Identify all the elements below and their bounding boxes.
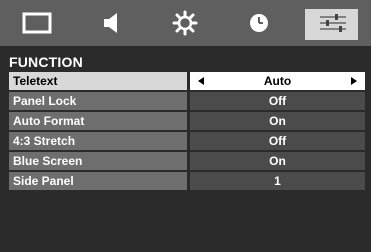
speaker-icon	[104, 13, 117, 33]
menu-tab-bar	[0, 0, 371, 46]
menu-row-value[interactable]: Off	[190, 92, 365, 110]
gear-icon	[172, 10, 198, 36]
menu-row-teletext[interactable]: Teletext Auto	[9, 72, 365, 90]
menu-title: FUNCTION	[9, 54, 83, 70]
menu-row-auto-format[interactable]: Auto Format On	[9, 112, 365, 130]
clock-icon	[250, 14, 268, 32]
menu-row-label: Teletext	[9, 72, 187, 90]
menu-row-value[interactable]: On	[190, 112, 365, 130]
tab-timer[interactable]	[222, 0, 296, 46]
sliders-icon	[320, 14, 346, 32]
menu-row-side-panel[interactable]: Side Panel 1	[9, 172, 365, 190]
menu-row-value[interactable]: On	[190, 152, 365, 170]
menu-row-label: 4:3 Stretch	[9, 132, 187, 150]
menu-row-value[interactable]: 1	[190, 172, 365, 190]
menu-row-43-stretch[interactable]: 4:3 Stretch Off	[9, 132, 365, 150]
tv-osd-menu: FUNCTION Teletext Auto Panel Lock Off Au…	[0, 0, 371, 252]
tab-sound[interactable]	[74, 0, 148, 46]
menu-row-label: Blue Screen	[9, 152, 187, 170]
arrow-right-icon[interactable]	[351, 77, 357, 85]
menu-row-value[interactable]: Auto	[190, 72, 365, 90]
value-text: Auto	[263, 74, 292, 88]
arrow-left-icon[interactable]	[198, 77, 204, 85]
menu-row-label: Auto Format	[9, 112, 187, 130]
menu-items: Teletext Auto Panel Lock Off Auto Format…	[9, 72, 365, 192]
tab-setup[interactable]	[148, 0, 222, 46]
picture-icon	[22, 12, 52, 34]
menu-row-label: Panel Lock	[9, 92, 187, 110]
menu-row-panel-lock[interactable]: Panel Lock Off	[9, 92, 365, 110]
tab-function[interactable]	[296, 0, 370, 46]
menu-row-label: Side Panel	[9, 172, 187, 190]
tab-picture[interactable]	[0, 0, 74, 46]
menu-row-blue-screen[interactable]: Blue Screen On	[9, 152, 365, 170]
menu-row-value[interactable]: Off	[190, 132, 365, 150]
